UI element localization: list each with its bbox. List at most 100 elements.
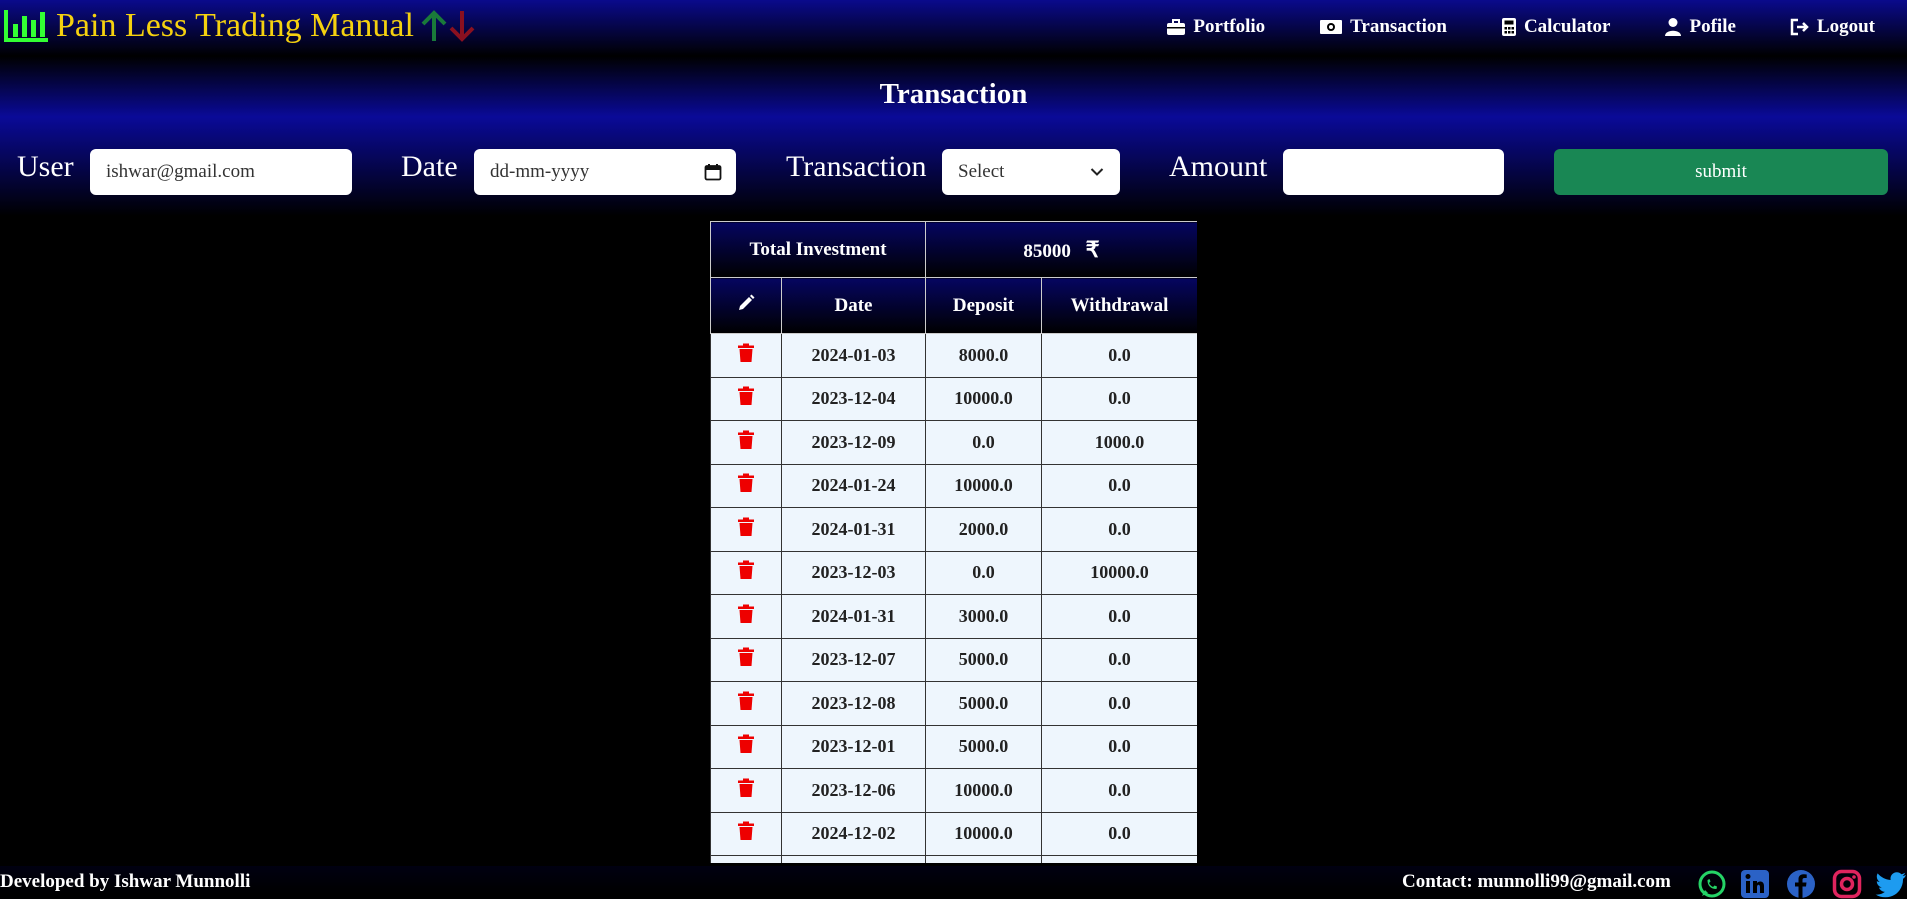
contact-email[interactable]: Contact: munnolli99@gmail.com [1402, 871, 1671, 893]
row-cell [925, 855, 1042, 863]
trash-icon [738, 821, 754, 841]
row-withdrawal: 0.0 [1041, 507, 1197, 552]
row-cell [1041, 855, 1197, 863]
date-input-placeholder: dd-mm-yyyy [490, 161, 590, 182]
delete-button[interactable] [710, 768, 782, 813]
nav-transaction-label: Transaction [1350, 16, 1447, 37]
transactions-table-container[interactable]: Total Investment 85000 ₹ Date Deposit Wi… [710, 221, 1197, 863]
table-row: 2023-12-03 0.0 10000.0 [710, 550, 1197, 595]
delete-button[interactable] [710, 463, 782, 508]
row-date: 2024-01-24 [781, 463, 926, 508]
row-cell [710, 855, 782, 863]
instagram-icon[interactable] [1832, 869, 1862, 899]
calculator-icon [1501, 18, 1516, 36]
table-row: 2023-12-08 5000.0 0.0 [710, 681, 1197, 726]
trash-icon [738, 343, 754, 362]
logout-icon [1790, 18, 1809, 36]
table-row: 2023-12-06 10000.0 0.0 [710, 768, 1197, 813]
row-deposit: 5000.0 [925, 681, 1042, 726]
row-withdrawal: 10000.0 [1041, 550, 1197, 595]
bar-chart-icon [4, 10, 48, 42]
table-header-row: Date Deposit Withdrawal [710, 277, 1197, 334]
trash-icon [738, 691, 754, 710]
submit-button[interactable]: submit [1554, 149, 1888, 195]
row-withdrawal: 0.0 [1041, 811, 1197, 856]
transaction-label: Transaction [786, 150, 927, 183]
date-label: Date [401, 150, 458, 183]
amount-input[interactable] [1283, 149, 1504, 195]
withdrawal-column-header: Withdrawal [1041, 277, 1197, 334]
total-investment-value-cell: 85000 ₹ [925, 221, 1197, 278]
date-input[interactable]: dd-mm-yyyy [474, 149, 736, 195]
row-deposit: 10000.0 [925, 463, 1042, 508]
row-deposit: 8000.0 [925, 333, 1042, 378]
page-title: Transaction [879, 78, 1028, 110]
delete-button[interactable] [710, 637, 782, 682]
amount-label: Amount [1169, 150, 1268, 183]
calendar-icon[interactable] [704, 163, 722, 181]
table-body: 2024-01-03 8000.0 0.0 2023-12-04 10000.0 0.0 2… [710, 333, 1197, 863]
row-date: 2024-01-31 [781, 594, 926, 639]
nav-links: Portfolio Transaction Calculator Pofile … [1166, 16, 1875, 38]
developer-credit: Developed by Ishwar Munnolli [0, 871, 251, 892]
nav-calculator[interactable]: Calculator [1501, 16, 1611, 38]
row-date: 2023-12-06 [781, 768, 926, 813]
nav-portfolio[interactable]: Portfolio [1166, 16, 1265, 38]
user-input-value: ishwar@gmail.com [106, 161, 255, 182]
twitter-icon[interactable] [1875, 869, 1907, 899]
table-row: 2024-01-31 2000.0 0.0 [710, 507, 1197, 552]
delete-button[interactable] [710, 550, 782, 595]
delete-button[interactable] [710, 594, 782, 639]
linkedin-icon[interactable] [1740, 869, 1770, 899]
briefcase-icon [1167, 19, 1186, 35]
facebook-icon[interactable] [1786, 869, 1816, 899]
row-deposit: 5000.0 [925, 637, 1042, 682]
table-row: 2023-12-07 5000.0 0.0 [710, 637, 1197, 682]
row-date: 2024-01-03 [781, 333, 926, 378]
delete-button[interactable] [710, 420, 782, 465]
row-date: 2023-12-08 [781, 681, 926, 726]
table-row: 2023-12-01 5000.0 0.0 [710, 724, 1197, 769]
brand[interactable]: Pain Less Trading Manual [2, 6, 476, 46]
row-withdrawal: 0.0 [1041, 594, 1197, 639]
total-investment-value: 85000 [1023, 240, 1071, 262]
row-cell [781, 855, 926, 863]
trash-icon [738, 560, 754, 580]
delete-button[interactable] [710, 811, 782, 856]
row-deposit: 0.0 [925, 420, 1042, 465]
nav-logout[interactable]: Logout [1790, 16, 1875, 38]
user-input[interactable]: ishwar@gmail.com [90, 149, 352, 195]
nav-portfolio-label: Portfolio [1193, 16, 1266, 37]
delete-button[interactable] [710, 507, 782, 552]
trash-icon [738, 647, 754, 667]
whatsapp-icon[interactable] [1697, 869, 1727, 899]
nav-profile[interactable]: Pofile [1664, 16, 1736, 38]
delete-button[interactable] [710, 681, 782, 726]
date-column-header: Date [781, 277, 926, 334]
row-date: 2024-12-02 [781, 811, 926, 856]
delete-button[interactable] [710, 724, 782, 769]
transaction-select[interactable]: Select [942, 149, 1120, 195]
user-icon [1665, 18, 1682, 36]
delete-button[interactable] [710, 333, 782, 378]
total-investment-label: Total Investment [710, 221, 926, 278]
table-row: 2024-01-03 8000.0 0.0 [710, 333, 1197, 378]
row-deposit: 3000.0 [925, 594, 1042, 639]
table-row: 2024-01-31 3000.0 0.0 [710, 594, 1197, 639]
row-withdrawal: 0.0 [1041, 768, 1197, 813]
row-deposit: 10000.0 [925, 811, 1042, 856]
table-row: 2023-12-09 0.0 1000.0 [710, 420, 1197, 465]
nav-transaction[interactable]: Transaction [1319, 16, 1447, 38]
table-row: 2024-01-24 10000.0 0.0 [710, 463, 1197, 508]
delete-button[interactable] [710, 376, 782, 421]
money-icon [1320, 20, 1343, 34]
arrow-up-icon [421, 10, 447, 41]
nav-calculator-label: Calculator [1523, 16, 1611, 37]
row-withdrawal: 0.0 [1041, 376, 1197, 421]
row-date: 2023-12-09 [781, 420, 926, 465]
trash-icon [738, 734, 754, 754]
row-deposit: 10000.0 [925, 376, 1042, 421]
row-date: 2024-01-31 [781, 507, 926, 552]
trash-icon [738, 386, 754, 406]
deposit-column-header: Deposit [925, 277, 1042, 334]
